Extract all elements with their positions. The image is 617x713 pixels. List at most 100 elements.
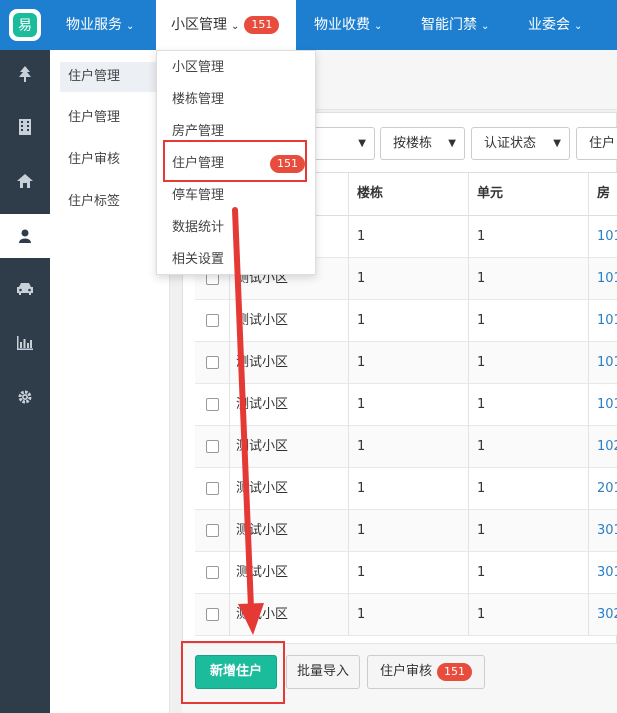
row-checkbox[interactable]: [206, 608, 219, 621]
cell-unit: 1: [477, 607, 486, 622]
nav-community-management[interactable]: 小区管理 ⌄ 151: [156, 0, 296, 50]
row-checkbox[interactable]: [206, 524, 219, 537]
cell-building: 1: [357, 481, 366, 496]
chevron-down-icon: ⌄: [126, 21, 135, 32]
column-header-room[interactable]: 房号: [597, 173, 617, 243]
table-row[interactable]: 测试小区 1 1 302: [195, 594, 617, 636]
highlight-resident-menu-item: [163, 140, 307, 182]
nav-label: 物业收费: [314, 17, 370, 33]
nav-label: 物业服务: [66, 17, 122, 33]
nav-label: 小区管理: [171, 17, 227, 33]
cell-building: 1: [357, 523, 366, 538]
cell-unit: 1: [477, 439, 486, 454]
submenu-item-resident-audit[interactable]: 住户审核: [60, 145, 160, 175]
dropdown-item-building[interactable]: 楼栋管理: [157, 84, 315, 116]
cell-unit: 1: [477, 313, 486, 328]
caret-down-icon: ▼: [448, 138, 456, 149]
tree-icon: [19, 66, 31, 82]
submenu-item-resident-management[interactable]: 住户管理: [60, 62, 160, 92]
nav-property-service[interactable]: 物业服务 ⌄: [66, 0, 134, 50]
cell-building: 1: [357, 271, 366, 286]
cell-room-link[interactable]: 101: [597, 300, 617, 341]
cell-building: 1: [357, 229, 366, 244]
table-row[interactable]: 测试小区 1 1 301: [195, 552, 617, 594]
sidebar-user-button[interactable]: [0, 214, 50, 258]
row-checkbox[interactable]: [206, 314, 219, 327]
logo-glyph: 易: [13, 13, 37, 37]
cell-room-link[interactable]: 301: [597, 510, 617, 551]
highlight-add-resident-button: [181, 641, 285, 704]
sidebar-stats-button[interactable]: [0, 322, 50, 364]
cell-unit: 1: [477, 271, 486, 286]
dropdown-item-statistics[interactable]: 数据统计: [157, 212, 315, 244]
resident-audit-button[interactable]: 住户审核 151: [367, 655, 485, 689]
caret-down-icon: ▼: [553, 138, 561, 149]
table-row[interactable]: 测试小区 1 1 201: [195, 468, 617, 510]
table-row[interactable]: 测试小区 1 1 101: [195, 384, 617, 426]
cell-building: 1: [357, 397, 366, 412]
sidebar-tree-button[interactable]: [0, 53, 50, 95]
column-divider: [588, 172, 589, 636]
cell-building: 1: [357, 565, 366, 580]
dropdown-item-settings[interactable]: 相关设置: [157, 244, 315, 276]
row-checkbox[interactable]: [206, 440, 219, 453]
table-row[interactable]: 测试小区 1 1 301: [195, 510, 617, 552]
sidebar-settings-button[interactable]: [0, 376, 50, 418]
row-checkbox[interactable]: [206, 566, 219, 579]
dropdown-item-community[interactable]: 小区管理: [157, 52, 315, 84]
cell-room-link[interactable]: 101: [597, 216, 617, 257]
building-icon: [19, 119, 31, 135]
cell-room-link[interactable]: 102: [597, 426, 617, 467]
cell-community: 测试小区: [236, 397, 289, 412]
table-row[interactable]: 测试小区 1 1 102: [195, 426, 617, 468]
audit-label: 住户审核: [379, 664, 432, 679]
nav-property-fees[interactable]: 物业收费 ⌄: [314, 0, 382, 50]
cell-unit: 1: [477, 565, 486, 580]
row-checkbox[interactable]: [206, 356, 219, 369]
row-checkbox[interactable]: [206, 482, 219, 495]
icon-sidebar: [0, 50, 50, 713]
sidebar-car-button[interactable]: [0, 268, 50, 310]
batch-import-button[interactable]: 批量导入: [286, 655, 360, 689]
cell-room-link[interactable]: 101: [597, 342, 617, 383]
cell-building: 1: [357, 355, 366, 370]
column-header-building[interactable]: 楼栋: [357, 173, 383, 215]
cell-community: 测试小区: [236, 439, 289, 454]
nav-smart-access[interactable]: 智能门禁 ⌄: [421, 0, 489, 50]
cell-room-link[interactable]: 302: [597, 594, 617, 635]
nav-badge: 151: [244, 16, 280, 34]
sidebar-building-button[interactable]: [0, 106, 50, 148]
building-filter-select[interactable]: 按楼栋 ▼: [380, 127, 465, 160]
cell-unit: 1: [477, 523, 486, 538]
table-row[interactable]: 测试小区 1 1 101: [195, 342, 617, 384]
cell-room-link[interactable]: 201: [597, 468, 617, 509]
user-icon: [19, 229, 31, 243]
filter-label: 住户: [589, 136, 616, 151]
chevron-down-icon: ⌄: [574, 21, 583, 32]
dropdown-item-parking[interactable]: 停车管理: [157, 180, 315, 212]
nav-label: 智能门禁: [421, 17, 477, 33]
submenu-item-resident-tags[interactable]: 住户标签: [60, 187, 160, 217]
cell-building: 1: [357, 313, 366, 328]
top-navbar: 易 物业服务 ⌄ 小区管理 ⌄ 151 物业收费 ⌄ 智能门禁 ⌄ 业委会 ⌄: [0, 0, 617, 50]
cell-building: 1: [357, 439, 366, 454]
cell-unit: 1: [477, 355, 486, 370]
row-checkbox[interactable]: [206, 398, 219, 411]
caret-down-icon: ▼: [358, 138, 366, 149]
table-row[interactable]: 测试小区 1 1 101: [195, 300, 617, 342]
nav-owners-committee[interactable]: 业委会 ⌄: [528, 0, 582, 50]
cell-room-link[interactable]: 301: [597, 552, 617, 593]
car-icon: [17, 283, 33, 295]
cell-community: 测试小区: [236, 607, 289, 622]
sidebar-home-button[interactable]: [0, 160, 50, 202]
submenu-item-resident-management-2[interactable]: 住户管理: [60, 103, 160, 133]
cell-room-link[interactable]: 101: [597, 258, 617, 299]
auth-status-select[interactable]: 认证状态 ▼: [471, 127, 570, 160]
resident-filter-select[interactable]: 住户: [576, 127, 617, 160]
gear-icon: [18, 390, 32, 404]
column-header-unit[interactable]: 单元: [477, 173, 503, 215]
app-logo[interactable]: 易: [9, 9, 41, 41]
submenu-panel: 住户管理 住户管理 住户审核 住户标签: [50, 50, 170, 713]
cell-room-link[interactable]: 101: [597, 384, 617, 425]
filter-label: 按楼栋: [393, 136, 433, 151]
